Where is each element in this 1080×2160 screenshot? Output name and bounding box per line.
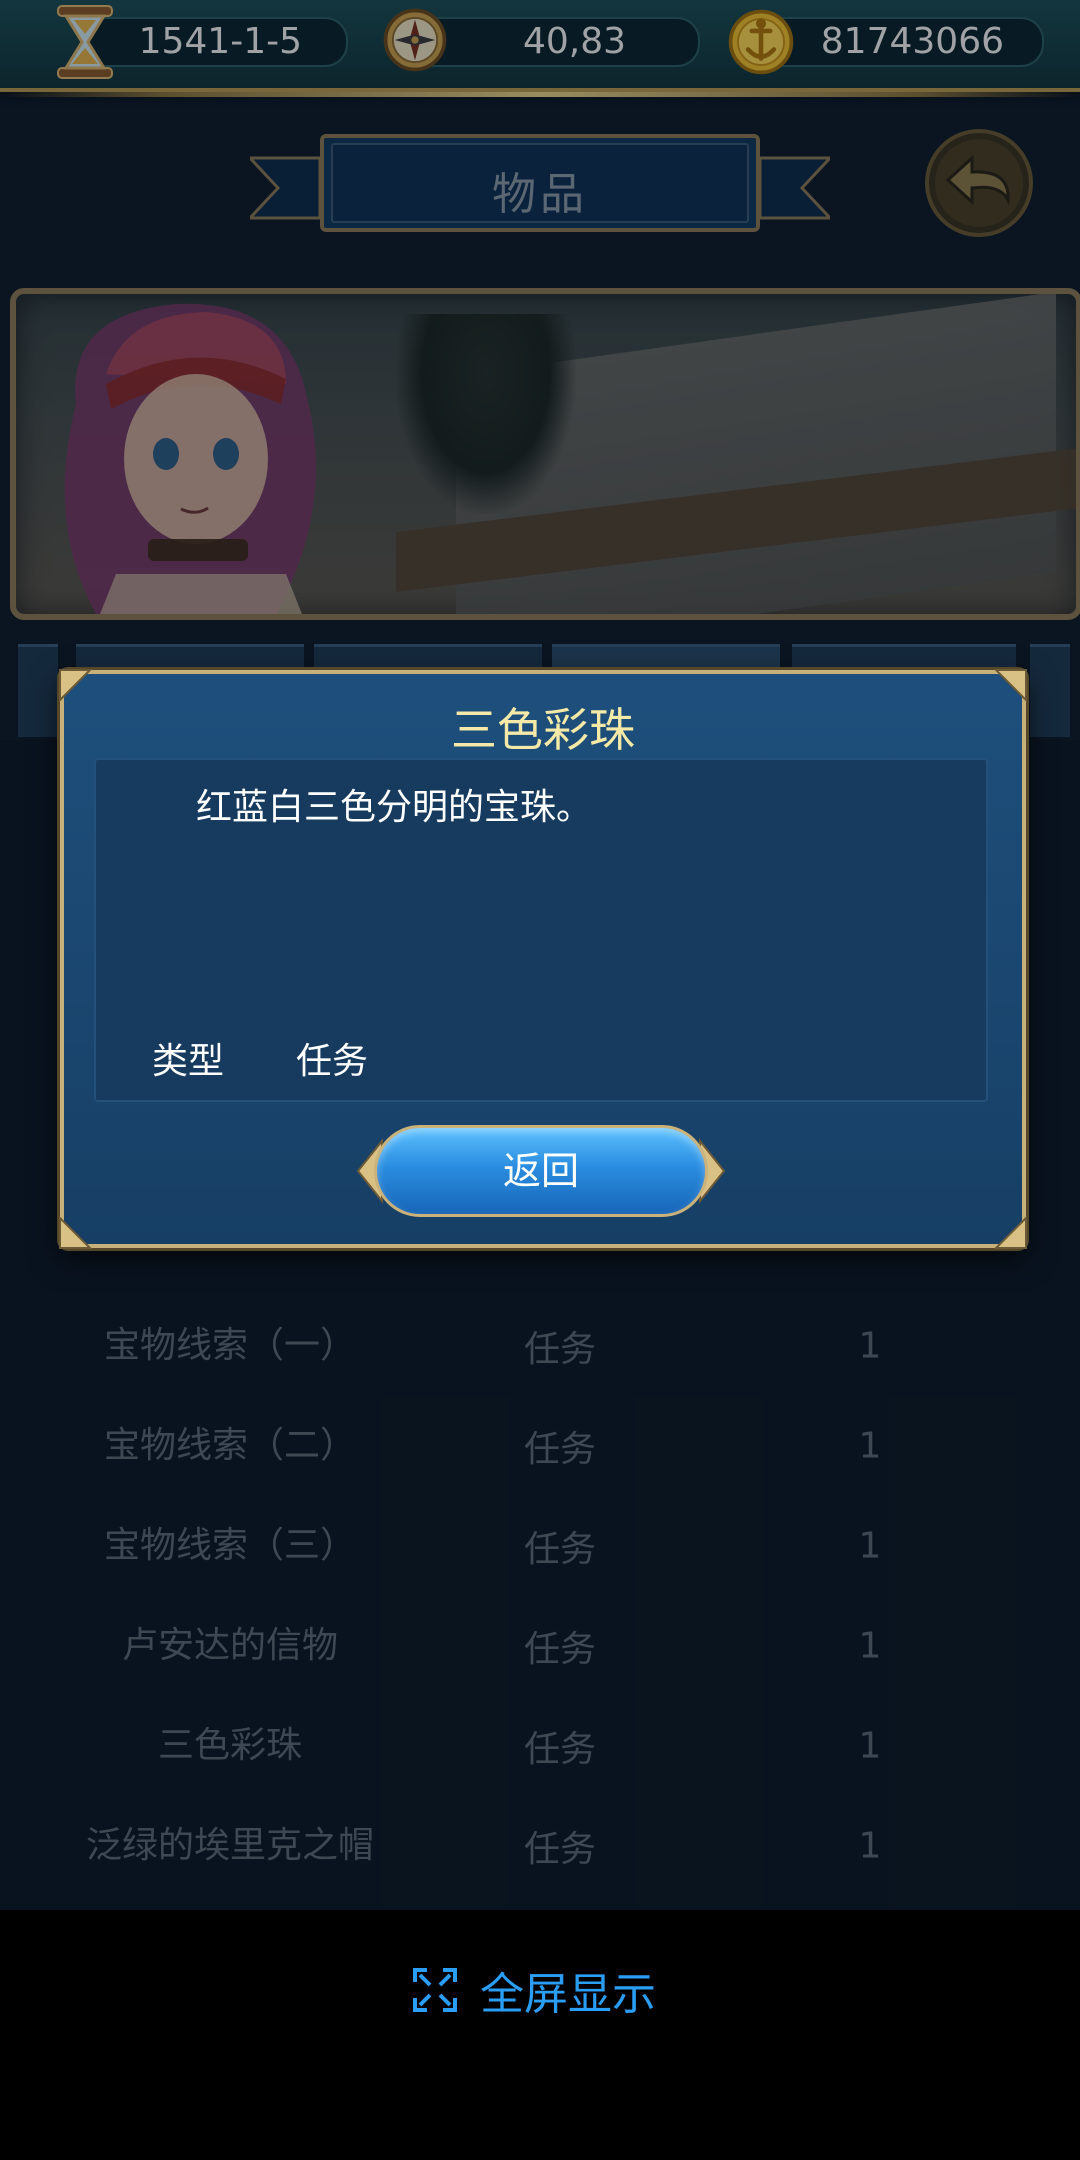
item-description: 红蓝白三色分明的宝珠。 (196, 787, 593, 828)
bottom-bar: 全屏显示 (0, 1910, 1080, 2160)
fullscreen-icon (413, 1968, 457, 2012)
corner-ornament-icon (994, 1216, 1027, 1249)
return-button-label: 返回 (502, 1149, 579, 1193)
corner-ornament-icon (59, 1216, 92, 1249)
type-label: 类型 (152, 1041, 225, 1082)
dialog-content: 红蓝白三色分明的宝珠。 类型 任务 (94, 758, 988, 1102)
return-button[interactable]: 返回 (356, 1119, 726, 1223)
dialog-title: 三色彩珠 (451, 703, 635, 757)
type-value: 任务 (296, 1041, 369, 1082)
item-detail-dialog: 三色彩珠 红蓝白三色分明的宝珠。 类型 任务 返回 (59, 669, 1027, 1249)
fullscreen-label: 全屏显示 (480, 1969, 656, 2020)
fullscreen-button[interactable]: 全屏显示 (412, 1960, 656, 2020)
